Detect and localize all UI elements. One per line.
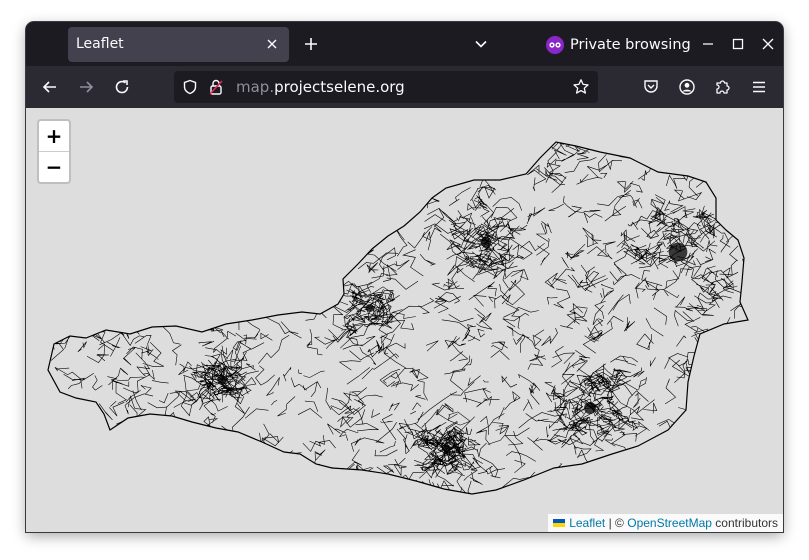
reload-icon xyxy=(115,80,129,94)
url-text[interactable]: map.projectselene.org xyxy=(236,78,405,96)
shield-icon[interactable] xyxy=(182,79,198,95)
city-road-cluster xyxy=(217,375,227,385)
private-browsing-label: Private browsing xyxy=(570,37,691,53)
close-tab-icon[interactable] xyxy=(265,37,279,51)
chevron-down-icon xyxy=(475,40,487,48)
browser-window: Leaflet Private browsing map.projectsele… xyxy=(26,22,783,532)
arrow-right-icon xyxy=(80,81,94,93)
zoom-control: + − xyxy=(37,119,71,184)
private-browsing-indicator: Private browsing xyxy=(546,34,691,56)
map-container[interactable]: + − Leaflet | © OpenStreetMap contributo… xyxy=(26,108,783,532)
navigation-toolbar: map.projectselene.org xyxy=(26,66,783,108)
leaflet-link[interactable]: Leaflet xyxy=(569,516,605,530)
private-mask-icon xyxy=(546,36,564,54)
minimize-icon[interactable] xyxy=(700,36,716,52)
maximize-icon[interactable] xyxy=(730,36,746,52)
road-network xyxy=(48,142,748,494)
ukraine-flag-icon xyxy=(553,519,566,527)
close-window-icon[interactable] xyxy=(760,36,776,52)
city-road-cluster xyxy=(442,444,450,452)
forward-button[interactable] xyxy=(75,76,97,98)
list-all-tabs-button[interactable] xyxy=(470,33,492,55)
pocket-icon xyxy=(644,80,658,93)
hamburger-menu-icon xyxy=(753,81,765,93)
puzzle-icon xyxy=(716,80,730,94)
tab-leaflet[interactable]: Leaflet xyxy=(68,27,289,62)
tab-strip: Leaflet Private browsing xyxy=(26,22,783,66)
attribution-copyright: © xyxy=(615,516,624,530)
arrow-left-icon xyxy=(42,81,56,93)
road-network-map[interactable] xyxy=(26,108,783,532)
address-bar[interactable]: map.projectselene.org xyxy=(174,71,598,103)
account-button[interactable] xyxy=(677,77,697,97)
attribution-contributors: contributors xyxy=(715,516,778,530)
extensions-button[interactable] xyxy=(713,77,733,97)
plus-icon xyxy=(305,38,317,50)
account-icon xyxy=(679,79,695,95)
city-road-cluster xyxy=(366,304,374,312)
zoom-in-button[interactable]: + xyxy=(39,121,69,152)
country-outline xyxy=(47,141,749,495)
pocket-button[interactable] xyxy=(641,77,661,97)
back-button[interactable] xyxy=(39,76,61,98)
reload-button[interactable] xyxy=(111,76,133,98)
city-road-cluster xyxy=(480,236,492,248)
city-road-cluster xyxy=(584,402,596,414)
map-attribution: Leaflet | © OpenStreetMap contributors xyxy=(548,514,783,532)
openstreetmap-link[interactable]: OpenStreetMap xyxy=(627,516,712,530)
url-domain: projectselene.org xyxy=(274,78,405,96)
app-menu-button[interactable] xyxy=(749,77,769,97)
url-subdomain: map. xyxy=(236,78,275,96)
new-tab-button[interactable] xyxy=(300,32,322,56)
insecure-lock-icon[interactable] xyxy=(208,78,224,96)
tab-title: Leaflet xyxy=(76,36,124,52)
zoom-out-button[interactable]: − xyxy=(39,152,69,182)
road-lines xyxy=(48,142,748,494)
city-road-cluster xyxy=(668,242,688,262)
bookmark-star-icon[interactable] xyxy=(572,78,590,96)
